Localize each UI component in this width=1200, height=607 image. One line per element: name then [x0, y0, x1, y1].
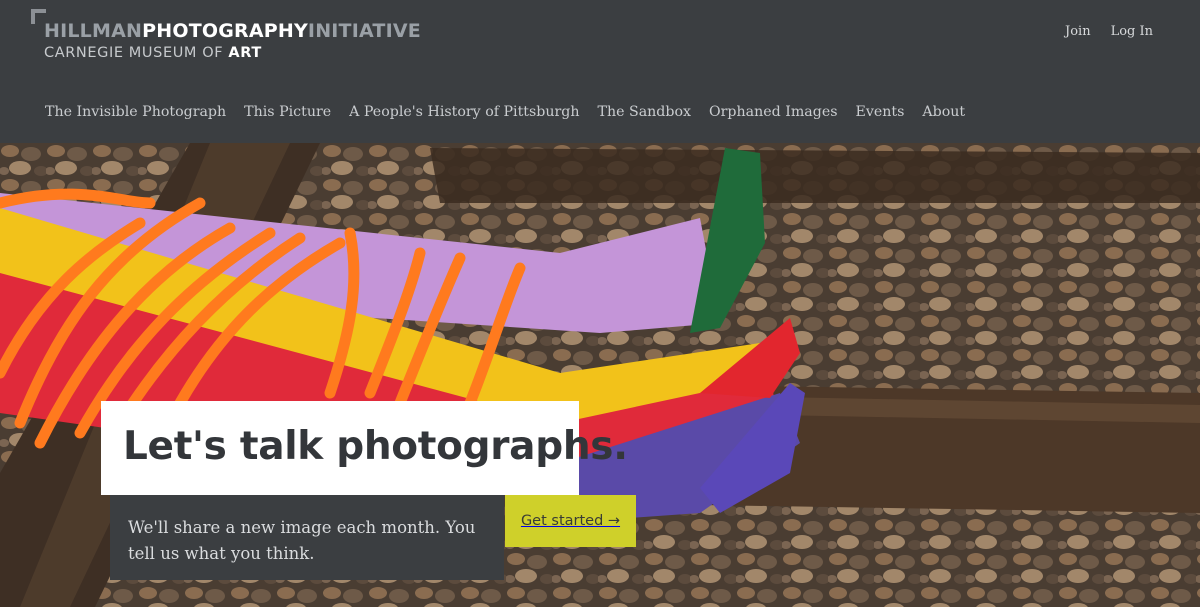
join-link[interactable]: Join	[1065, 23, 1091, 41]
site-header: HILLMANPHOTOGRAPHYINITIATIVE CARNEGIE MU…	[0, 0, 1200, 143]
hero-subtext: We'll share a new image each month. You …	[128, 518, 476, 563]
logo-subtitle-art: ART	[228, 45, 262, 61]
hero-subtext-box: We'll share a new image each month. You …	[110, 495, 504, 580]
main-nav: The Invisible Photograph This Picture A …	[45, 102, 965, 122]
nav-orphaned-images[interactable]: Orphaned Images	[709, 102, 838, 122]
site-logo[interactable]: HILLMANPHOTOGRAPHYINITIATIVE	[44, 19, 421, 43]
get-started-button[interactable]: Get started →	[505, 495, 636, 547]
get-started-label: Get started →	[520, 513, 621, 529]
nav-peoples-history[interactable]: A People's History of Pittsburgh	[349, 102, 579, 122]
hero-image: Let's talk photographs. We'll share a ne…	[0, 143, 1200, 607]
logo-subtitle[interactable]: CARNEGIE MUSEUM OF ART	[44, 43, 262, 63]
logo-word-hillman: HILLMAN	[44, 20, 143, 42]
nav-events[interactable]: Events	[856, 102, 905, 122]
nav-about[interactable]: About	[922, 102, 965, 122]
hero-headline: Let's talk photographs.	[123, 424, 628, 469]
logo-word-photography: PHOTOGRAPHY	[142, 20, 308, 42]
logo-word-initiative: INITIATIVE	[307, 20, 421, 42]
nav-sandbox[interactable]: The Sandbox	[597, 102, 691, 122]
nav-invisible-photograph[interactable]: The Invisible Photograph	[45, 102, 226, 122]
headline-box: Let's talk photographs.	[101, 401, 628, 495]
account-nav: Join Log In	[1065, 23, 1153, 41]
login-link[interactable]: Log In	[1111, 23, 1153, 41]
logo-subtitle-main: CARNEGIE MUSEUM OF	[44, 45, 229, 61]
nav-this-picture[interactable]: This Picture	[244, 102, 331, 122]
